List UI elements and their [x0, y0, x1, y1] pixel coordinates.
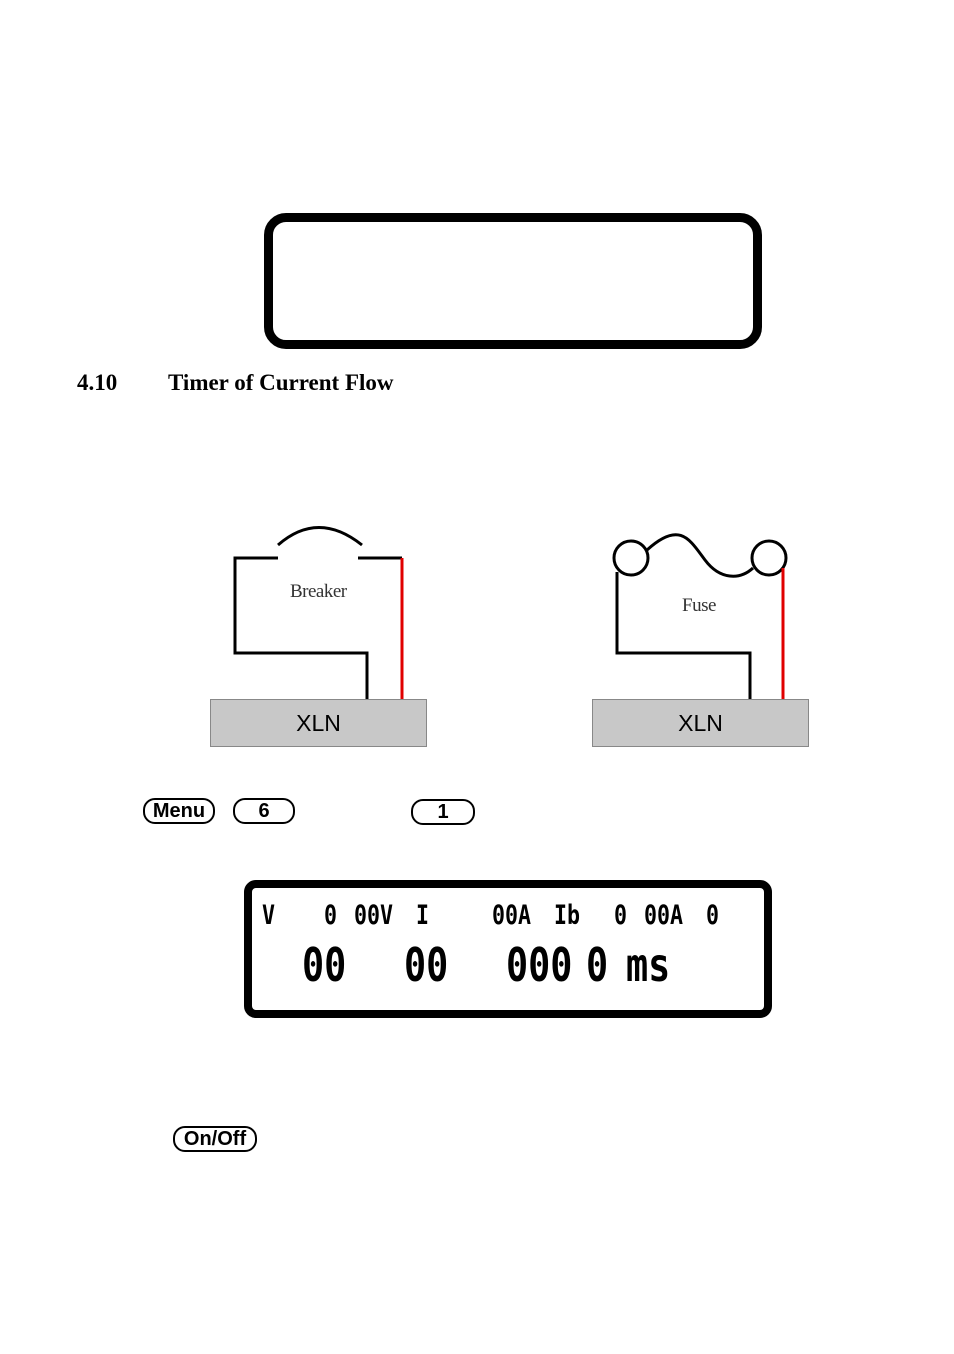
fuse-element: [645, 533, 755, 578]
lcd-r1: 00A: [492, 900, 532, 931]
breaker-diagram: [233, 526, 404, 699]
lcd-r1: 0: [706, 900, 720, 931]
breaker-contact: [277, 526, 363, 547]
lcd-r1: 0: [614, 900, 628, 931]
lcd-display: V 0 00V I 00A Ib 0 00A 0 00 00 000 0 ms: [244, 880, 772, 1018]
breaker-label: Breaker: [290, 581, 347, 602]
lcd-r2: 000: [506, 938, 573, 992]
key-6[interactable]: 6: [233, 798, 295, 824]
lcd-r2: 0: [586, 938, 609, 992]
lcd-r1: V: [262, 900, 276, 931]
lcd-r1: I: [416, 900, 430, 931]
lcd-r2: ms: [626, 938, 671, 992]
fuse-terminal-left: [612, 539, 650, 577]
lcd-r2: 00: [302, 938, 347, 992]
key-1[interactable]: 1: [411, 799, 475, 825]
lcd-r1: 00A: [644, 900, 684, 931]
lcd-r1: Ib: [554, 900, 581, 931]
empty-display-box: [264, 213, 762, 349]
breaker-black-wire: [233, 556, 369, 699]
lcd-r1: 0: [324, 900, 338, 931]
section-number: 4.10: [77, 370, 118, 395]
section-title: Timer of Current Flow: [168, 370, 394, 395]
wiring-diagrams: [233, 526, 788, 699]
lcd-r2: 00: [404, 938, 449, 992]
xln-device-left: XLN: [210, 699, 427, 747]
menu-key[interactable]: Menu: [143, 798, 215, 824]
lcd-r1: 00V: [354, 900, 394, 931]
xln-device-right: XLN: [592, 699, 809, 747]
fuse-black-wire: [615, 572, 752, 699]
fuse-terminal-right: [750, 539, 788, 577]
onoff-key[interactable]: On/Off: [173, 1126, 257, 1152]
fuse-label: Fuse: [682, 595, 716, 616]
